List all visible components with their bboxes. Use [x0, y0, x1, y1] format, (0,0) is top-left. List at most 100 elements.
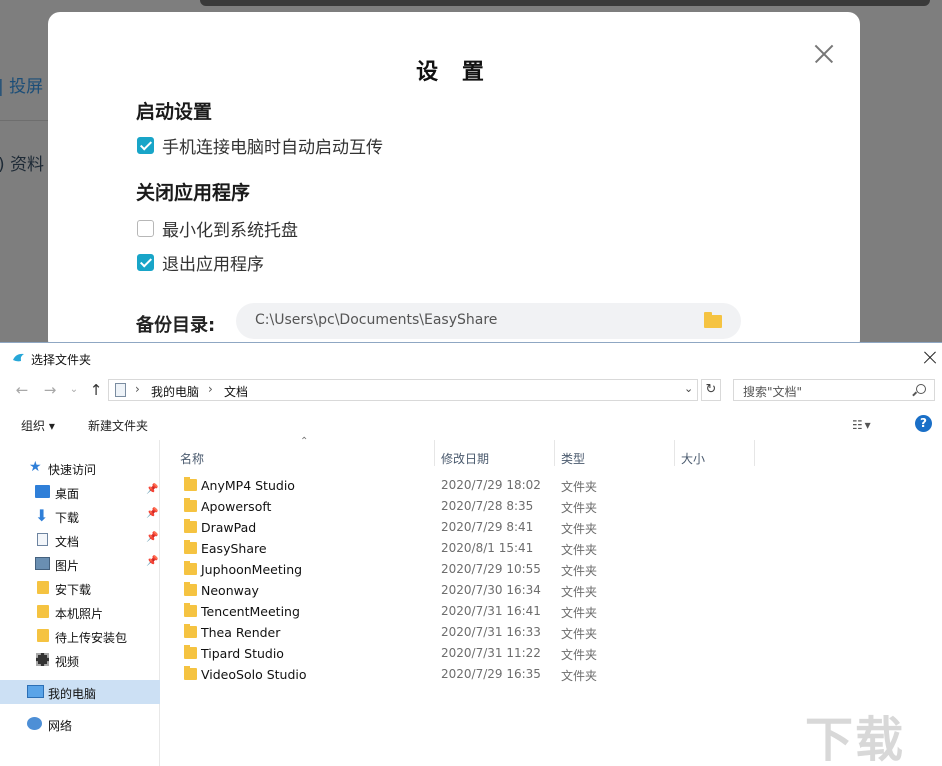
tree-item-pictures[interactable]: 图片 📌: [0, 552, 160, 576]
file-name: EasyShare: [201, 541, 267, 556]
close-section-title: 关闭应用程序: [136, 182, 251, 204]
file-row[interactable]: Neonway 2020/7/30 16:34 文件夹: [160, 580, 942, 601]
checkbox-unchecked-icon[interactable]: [137, 219, 154, 237]
file-row[interactable]: Apowersoft 2020/7/28 8:35 文件夹: [160, 496, 942, 517]
startup-option-label: 手机连接电脑时自动启动互传: [162, 137, 383, 158]
checkbox-checked-icon[interactable]: [137, 253, 154, 271]
folder-icon: [184, 603, 197, 617]
column-header-type[interactable]: 类型: [561, 450, 585, 467]
folder-icon: [184, 645, 197, 659]
up-arrow-icon[interactable]: ↑: [88, 382, 104, 398]
startup-auto-launch-option[interactable]: 手机连接电脑时自动启动互传: [137, 135, 383, 158]
back-arrow-icon[interactable]: ←: [14, 382, 30, 398]
column-header-size[interactable]: 大小: [681, 450, 705, 467]
tree-item-label: 快速访问: [48, 463, 97, 477]
computer-icon: [27, 685, 44, 698]
folder-icon: [37, 605, 49, 618]
address-bar[interactable]: › 我的电脑 › 文档 ⌄: [108, 379, 698, 401]
file-date: 2020/7/31 16:33: [441, 625, 541, 639]
folder-icon: [37, 629, 49, 642]
file-row[interactable]: DrawPad 2020/7/29 8:41 文件夹: [160, 517, 942, 538]
file-row[interactable]: AnyMP4 Studio 2020/7/29 18:02 文件夹: [160, 475, 942, 496]
folder-picker-dialog: 选择文件夹 ← → ⌄ ↑ › 我的电脑 › 文档 ⌄ ↻ 搜索"文档" 组织 …: [0, 342, 942, 766]
breadcrumb-chevron-icon[interactable]: ›: [208, 382, 213, 396]
tree-item-label: 下载: [55, 511, 80, 525]
dialog-title: 选择文件夹: [31, 353, 92, 367]
column-divider[interactable]: [434, 440, 435, 466]
file-name: Tipard Studio: [201, 646, 284, 661]
pin-icon[interactable]: 📌: [146, 484, 158, 495]
background-nav-item-cast: | 投屏: [0, 77, 44, 97]
file-type: 文件夹: [561, 669, 598, 683]
desktop-icon: [35, 485, 50, 498]
column-divider[interactable]: [674, 440, 675, 466]
close-settings-icon[interactable]: [814, 44, 834, 64]
tree-item-quick-access[interactable]: ★ 快速访问: [0, 456, 160, 480]
tree-item-pending-packages[interactable]: 待上传安装包: [0, 624, 160, 648]
tree-item-local-photos[interactable]: 本机照片: [0, 600, 160, 624]
file-date: 2020/7/31 11:22: [441, 646, 541, 660]
pin-icon[interactable]: 📌: [146, 532, 158, 543]
checkbox-checked-icon[interactable]: [137, 136, 154, 154]
organize-menu[interactable]: 组织 ▾: [21, 417, 55, 434]
document-icon: [37, 533, 48, 546]
file-row[interactable]: Thea Render 2020/7/31 16:33 文件夹: [160, 622, 942, 643]
file-type: 文件夹: [561, 564, 598, 578]
tree-item-downloads[interactable]: ⬇ 下载 📌: [0, 504, 160, 528]
forward-arrow-icon[interactable]: →: [42, 382, 58, 398]
tree-item-videos[interactable]: 视频: [0, 648, 160, 672]
minimize-option-label: 最小化到系统托盘: [162, 220, 298, 241]
settings-dialog: 设 置 启动设置 手机连接电脑时自动启动互传 关闭应用程序 最小化到系统托盘 退…: [48, 12, 860, 352]
new-folder-button[interactable]: 新建文件夹: [88, 417, 148, 434]
file-name: AnyMP4 Studio: [201, 478, 295, 493]
exit-app-option[interactable]: 退出应用程序: [137, 252, 264, 275]
breadcrumb-computer[interactable]: 我的电脑: [151, 383, 199, 400]
backup-dir-field[interactable]: C:\Users\pc\Documents\EasyShare: [236, 303, 741, 339]
picture-icon: [35, 557, 50, 570]
folder-icon: [184, 624, 197, 638]
background-separator: [0, 120, 48, 121]
tree-item-label: 安下载: [55, 583, 92, 597]
exit-option-label: 退出应用程序: [162, 254, 264, 275]
close-dialog-icon[interactable]: [922, 350, 938, 366]
file-date: 2020/7/29 8:41: [441, 520, 534, 534]
recent-dropdown-icon[interactable]: ⌄: [66, 382, 82, 398]
column-divider[interactable]: [554, 440, 555, 466]
file-date: 2020/7/29 10:55: [441, 562, 541, 576]
folder-icon: [184, 498, 197, 512]
tree-item-documents[interactable]: 文档 📌: [0, 528, 160, 552]
browse-folder-icon[interactable]: [704, 312, 722, 328]
pin-icon[interactable]: 📌: [146, 556, 158, 567]
tree-item-label: 本机照片: [55, 607, 104, 621]
search-icon[interactable]: [916, 384, 926, 394]
tree-item-my-computer[interactable]: 我的电脑: [0, 680, 160, 704]
file-row[interactable]: TencentMeeting 2020/7/31 16:41 文件夹: [160, 601, 942, 622]
breadcrumb-documents[interactable]: 文档: [224, 383, 248, 400]
breadcrumb-chevron-icon[interactable]: ›: [135, 382, 140, 396]
folder-icon: [184, 519, 197, 533]
navigation-bar: ← → ⌄ ↑ › 我的电脑 › 文档 ⌄ ↻ 搜索"文档": [0, 374, 942, 408]
file-type: 文件夹: [561, 501, 598, 515]
search-input[interactable]: 搜索"文档": [733, 379, 935, 401]
view-options-icon[interactable]: ☷ ▾: [852, 418, 871, 432]
app-logo-icon: [13, 353, 24, 362]
file-row[interactable]: Tipard Studio 2020/7/31 11:22 文件夹: [160, 643, 942, 664]
column-header-date[interactable]: 修改日期: [441, 450, 489, 467]
column-divider[interactable]: [754, 440, 755, 466]
file-name: Thea Render: [201, 625, 281, 640]
minimize-to-tray-option[interactable]: 最小化到系统托盘: [137, 218, 298, 241]
file-row[interactable]: JuphoonMeeting 2020/7/29 10:55 文件夹: [160, 559, 942, 580]
help-icon[interactable]: ?: [915, 415, 932, 432]
tree-item-network[interactable]: 网络: [0, 712, 160, 736]
address-dropdown-icon[interactable]: ⌄: [684, 382, 693, 395]
file-row[interactable]: VideoSolo Studio 2020/7/29 16:35 文件夹: [160, 664, 942, 685]
file-row[interactable]: EasyShare 2020/8/1 15:41 文件夹: [160, 538, 942, 559]
tree-item-label: 视频: [55, 655, 80, 669]
refresh-icon[interactable]: ↻: [701, 379, 721, 401]
network-icon: [27, 717, 42, 730]
tree-item-desktop[interactable]: 桌面 📌: [0, 480, 160, 504]
tree-item-label: 桌面: [55, 487, 80, 501]
column-header-name[interactable]: 名称: [180, 450, 204, 467]
pin-icon[interactable]: 📌: [146, 508, 158, 519]
tree-item-anxiazai[interactable]: 安下载: [0, 576, 160, 600]
